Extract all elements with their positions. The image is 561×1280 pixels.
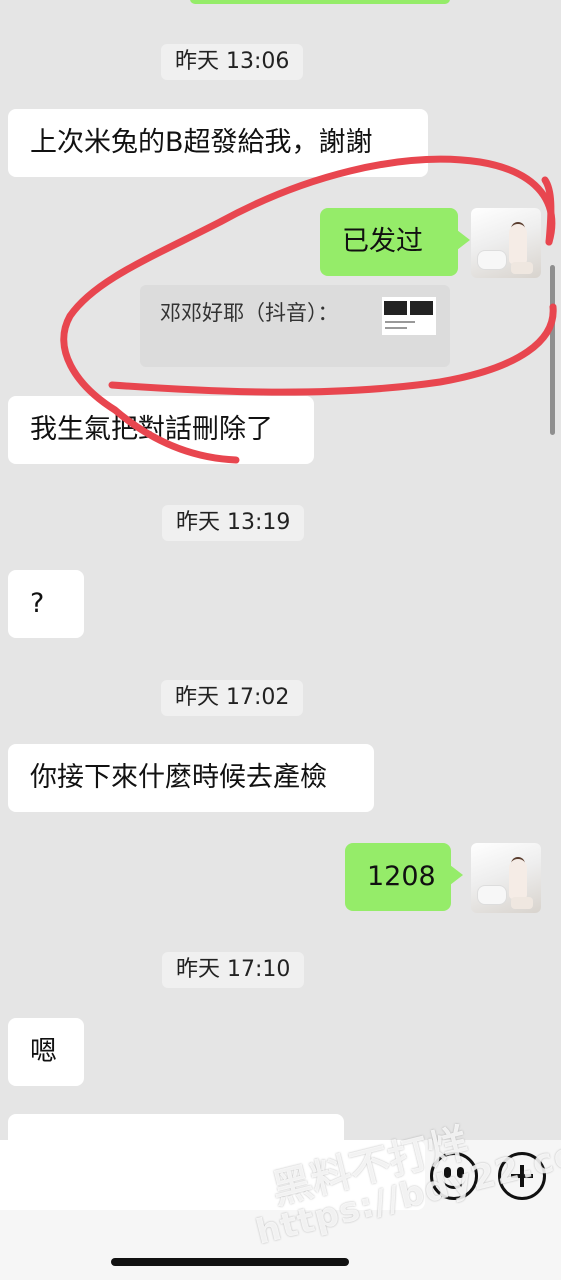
emoji-icon[interactable]: [430, 1152, 478, 1200]
message-input[interactable]: [0, 1140, 425, 1210]
previous-message-edge: [190, 0, 450, 4]
incoming-message[interactable]: 嗯: [8, 1018, 84, 1086]
incoming-message[interactable]: 我生氣把對話刪除了: [8, 396, 314, 464]
quote-thumbnail[interactable]: [382, 297, 436, 335]
incoming-message[interactable]: ?: [8, 570, 84, 638]
timestamp: 昨天 13:19: [162, 505, 305, 541]
home-indicator[interactable]: [111, 1258, 349, 1266]
incoming-message[interactable]: 你接下來什麼時候去產檢: [8, 744, 374, 812]
quote-text: 邓邓好耶（抖音）：: [160, 301, 339, 325]
scrollbar[interactable]: [550, 265, 555, 435]
outgoing-message[interactable]: 已发过: [320, 208, 470, 276]
avatar[interactable]: [471, 843, 541, 913]
incoming-message[interactable]: 上次米兔的B超發給我，謝謝: [8, 109, 428, 177]
avatar[interactable]: [471, 208, 541, 278]
quoted-message[interactable]: 邓邓好耶（抖音）：: [140, 285, 450, 367]
incoming-message-partial[interactable]: [8, 1114, 344, 1140]
plus-circle-icon[interactable]: [498, 1152, 546, 1200]
timestamp: 昨天 13:06: [161, 44, 304, 80]
timestamp: 昨天 17:10: [162, 952, 305, 988]
timestamp: 昨天 17:02: [161, 680, 304, 716]
chat-area[interactable]: 昨天 13:06 上次米兔的B超發給我，謝謝 已发过 邓邓好耶（抖音）： 我生氣…: [0, 0, 561, 1140]
outgoing-message[interactable]: 1208: [345, 843, 463, 911]
